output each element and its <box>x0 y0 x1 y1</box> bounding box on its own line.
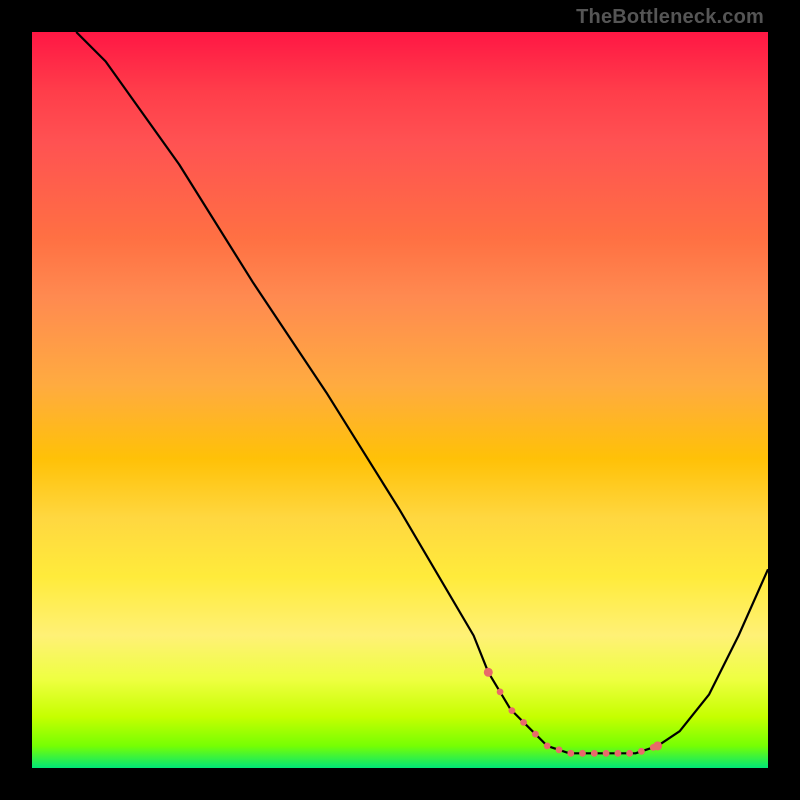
dotted-marker <box>532 731 539 738</box>
dotted-end-marker <box>653 741 662 750</box>
watermark-text: TheBottleneck.com <box>576 6 764 29</box>
curve-svg <box>32 32 768 768</box>
dotted-marker <box>615 750 622 757</box>
dotted-marker <box>591 750 598 757</box>
dotted-marker <box>579 750 586 757</box>
dotted-marker <box>509 707 516 714</box>
dotted-marker <box>544 743 551 750</box>
dotted-marker <box>626 750 633 757</box>
bottleneck-curve <box>76 32 768 753</box>
dotted-marker <box>567 750 574 757</box>
dotted-region <box>484 668 662 757</box>
chart-container: TheBottleneck.com <box>0 0 800 800</box>
dotted-marker <box>638 748 645 755</box>
dotted-marker <box>556 746 563 753</box>
dotted-marker <box>497 689 504 696</box>
dotted-marker <box>520 719 527 726</box>
dotted-end-marker <box>484 668 493 677</box>
plot-area <box>32 32 768 768</box>
dotted-marker <box>603 750 610 757</box>
curve-path <box>76 32 768 753</box>
